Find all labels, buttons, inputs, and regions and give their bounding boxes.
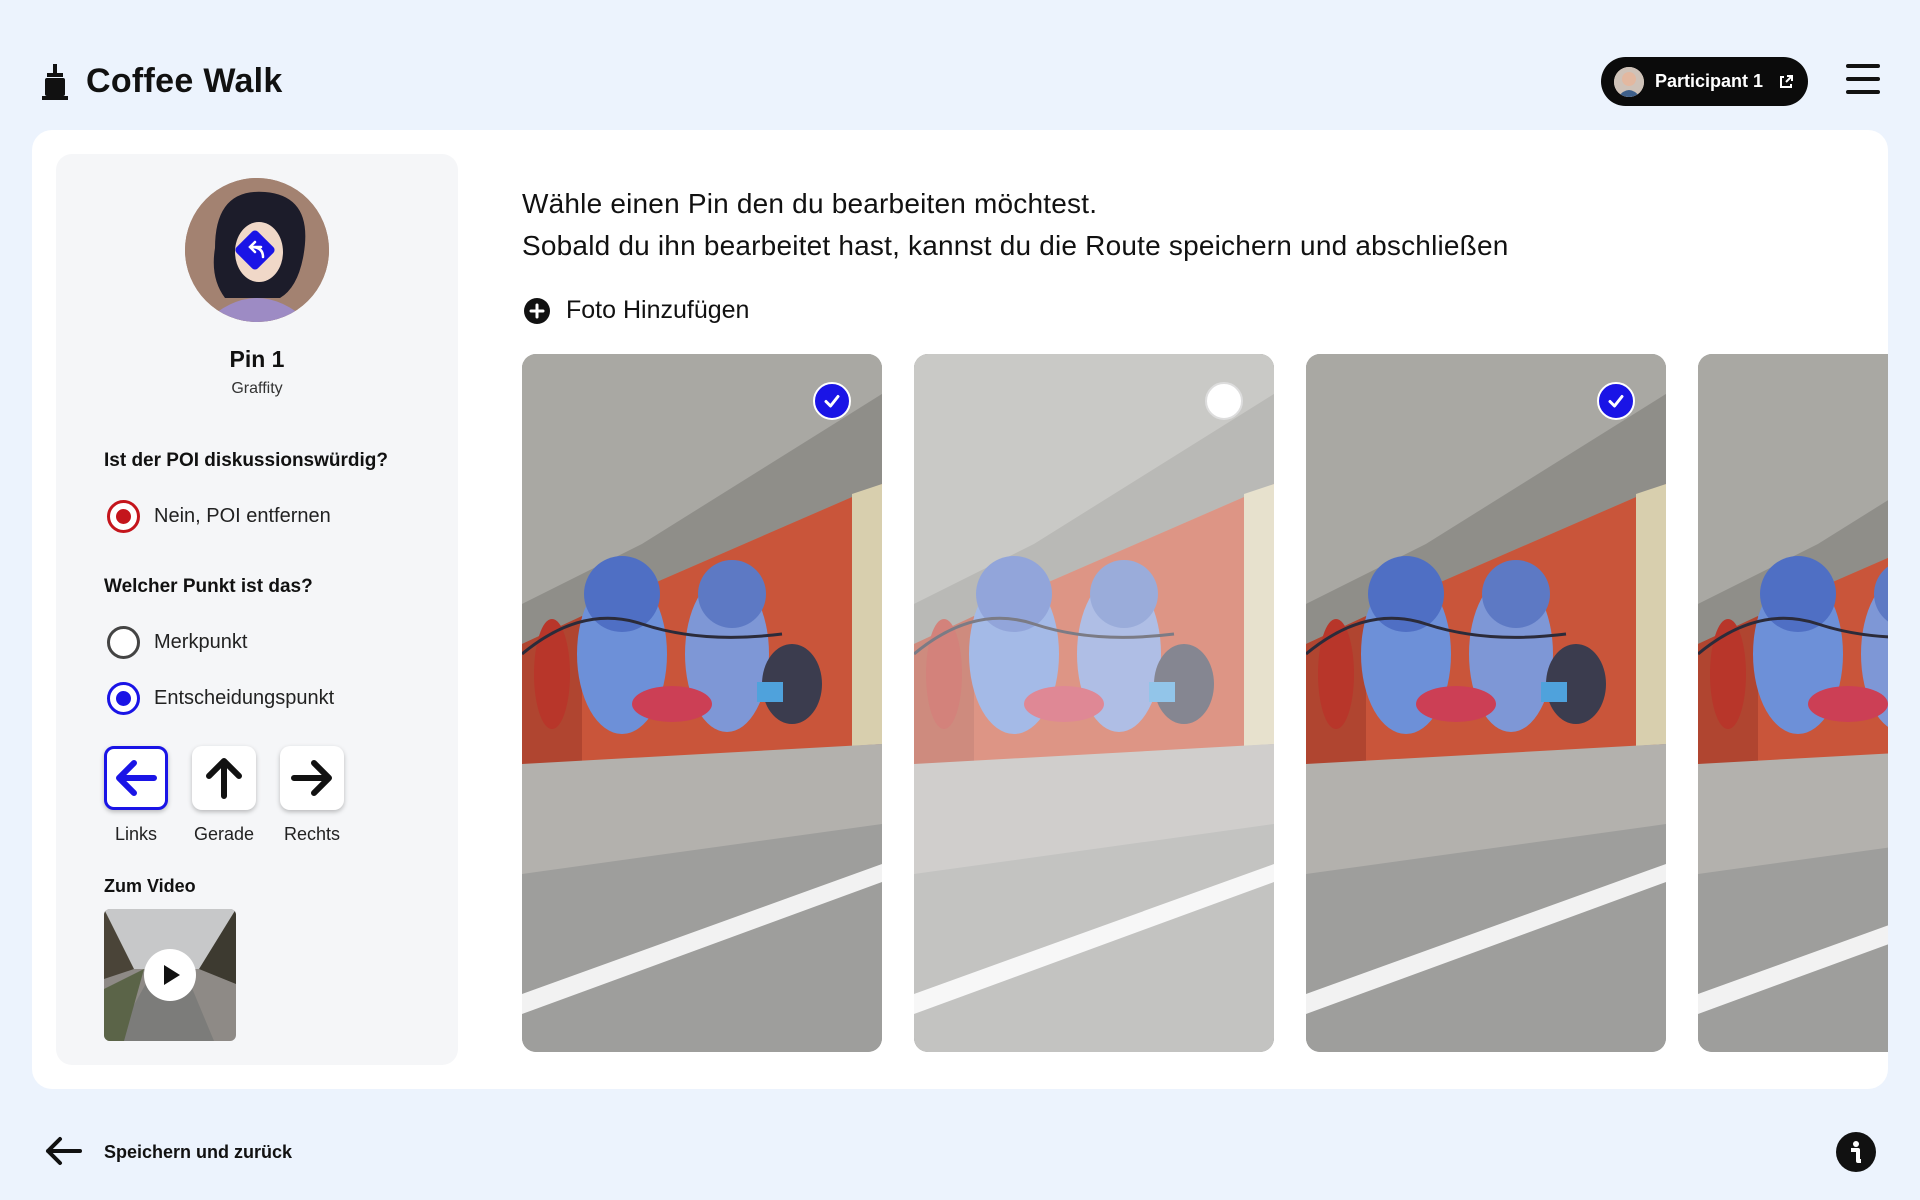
- plus-circle-icon: [524, 297, 550, 324]
- direction-right-button[interactable]: [280, 746, 344, 810]
- hamburger-menu-icon[interactable]: [1846, 64, 1880, 96]
- type-option-merkpunkt[interactable]: Merkpunkt: [107, 626, 247, 659]
- participant-name: Participant 1: [1655, 71, 1764, 91]
- direction-label: Rechts: [283, 824, 341, 844]
- video-label: Zum Video: [104, 876, 196, 896]
- direction-straight-button[interactable]: [192, 746, 256, 810]
- direction-left-button[interactable]: [104, 746, 168, 810]
- graffiti-photo: [1698, 354, 1888, 1052]
- info-icon[interactable]: [1836, 1132, 1876, 1172]
- pin-category: Graffity: [231, 380, 283, 397]
- graffiti-photo: [1306, 354, 1666, 1052]
- app-header: Coffee Walk Participant 1: [0, 0, 1920, 130]
- back-arrow-icon[interactable]: [42, 1130, 84, 1172]
- photo-card[interactable]: [522, 354, 882, 1052]
- discuss-question: Ist der POI diskussionswürdig?: [104, 450, 388, 471]
- participant-avatar: [1614, 66, 1644, 97]
- check-selected-icon[interactable]: [813, 382, 851, 420]
- add-photo-button[interactable]: Foto Hinzufügen: [524, 296, 749, 325]
- app-title: Coffee Walk: [86, 62, 283, 100]
- add-photo-label: Foto Hinzufügen: [566, 296, 750, 324]
- photo-card[interactable]: [1698, 354, 1888, 1052]
- coffee-press-icon: [42, 63, 68, 100]
- radio-unselected[interactable]: [107, 626, 140, 659]
- save-and-back-button[interactable]: Speichern und zurück: [104, 1142, 292, 1163]
- radio-selected[interactable]: [107, 682, 140, 715]
- check-unselected-icon[interactable]: [1205, 382, 1243, 420]
- pin-title: Pin 1: [229, 346, 285, 372]
- check-selected-icon[interactable]: [1597, 382, 1635, 420]
- instruction-line-1: Wähle einen Pin den du bearbeiten möchte…: [522, 188, 1098, 219]
- type-option-entscheidungspunkt[interactable]: Entscheidungspunkt: [107, 682, 334, 715]
- graffiti-photo: [522, 354, 882, 1052]
- photo-card[interactable]: [1306, 354, 1666, 1052]
- discuss-option-label: Nein, POI entfernen: [154, 505, 331, 527]
- discuss-option-remove[interactable]: Nein, POI entfernen: [107, 500, 331, 533]
- arrow-up-icon: [206, 758, 242, 799]
- direction-label: Gerade: [193, 824, 255, 844]
- type-option-label: Entscheidungspunkt: [154, 687, 335, 709]
- arrow-left-icon: [116, 760, 157, 796]
- arrow-right-icon: [291, 760, 332, 796]
- radio-selected[interactable]: [107, 500, 140, 533]
- video-thumbnail[interactable]: [104, 909, 236, 1041]
- type-option-label: Merkpunkt: [154, 631, 248, 653]
- external-link-icon: [1780, 74, 1794, 88]
- participant-button[interactable]: Participant 1: [1601, 57, 1808, 106]
- main-card: Pin 1 Graffity Ist der POI diskussionswü…: [32, 130, 1888, 1089]
- pin-avatar: [185, 178, 329, 322]
- direction-label: Links: [114, 824, 158, 844]
- brand: Coffee Walk: [42, 62, 283, 101]
- type-question: Welcher Punkt ist das?: [104, 576, 313, 597]
- photo-card[interactable]: [914, 354, 1274, 1052]
- instruction-line-2: Sobald du ihn bearbeitet hast, kannst du…: [522, 230, 1509, 261]
- pin-sidebar: Pin 1 Graffity Ist der POI diskussionswü…: [56, 154, 458, 1065]
